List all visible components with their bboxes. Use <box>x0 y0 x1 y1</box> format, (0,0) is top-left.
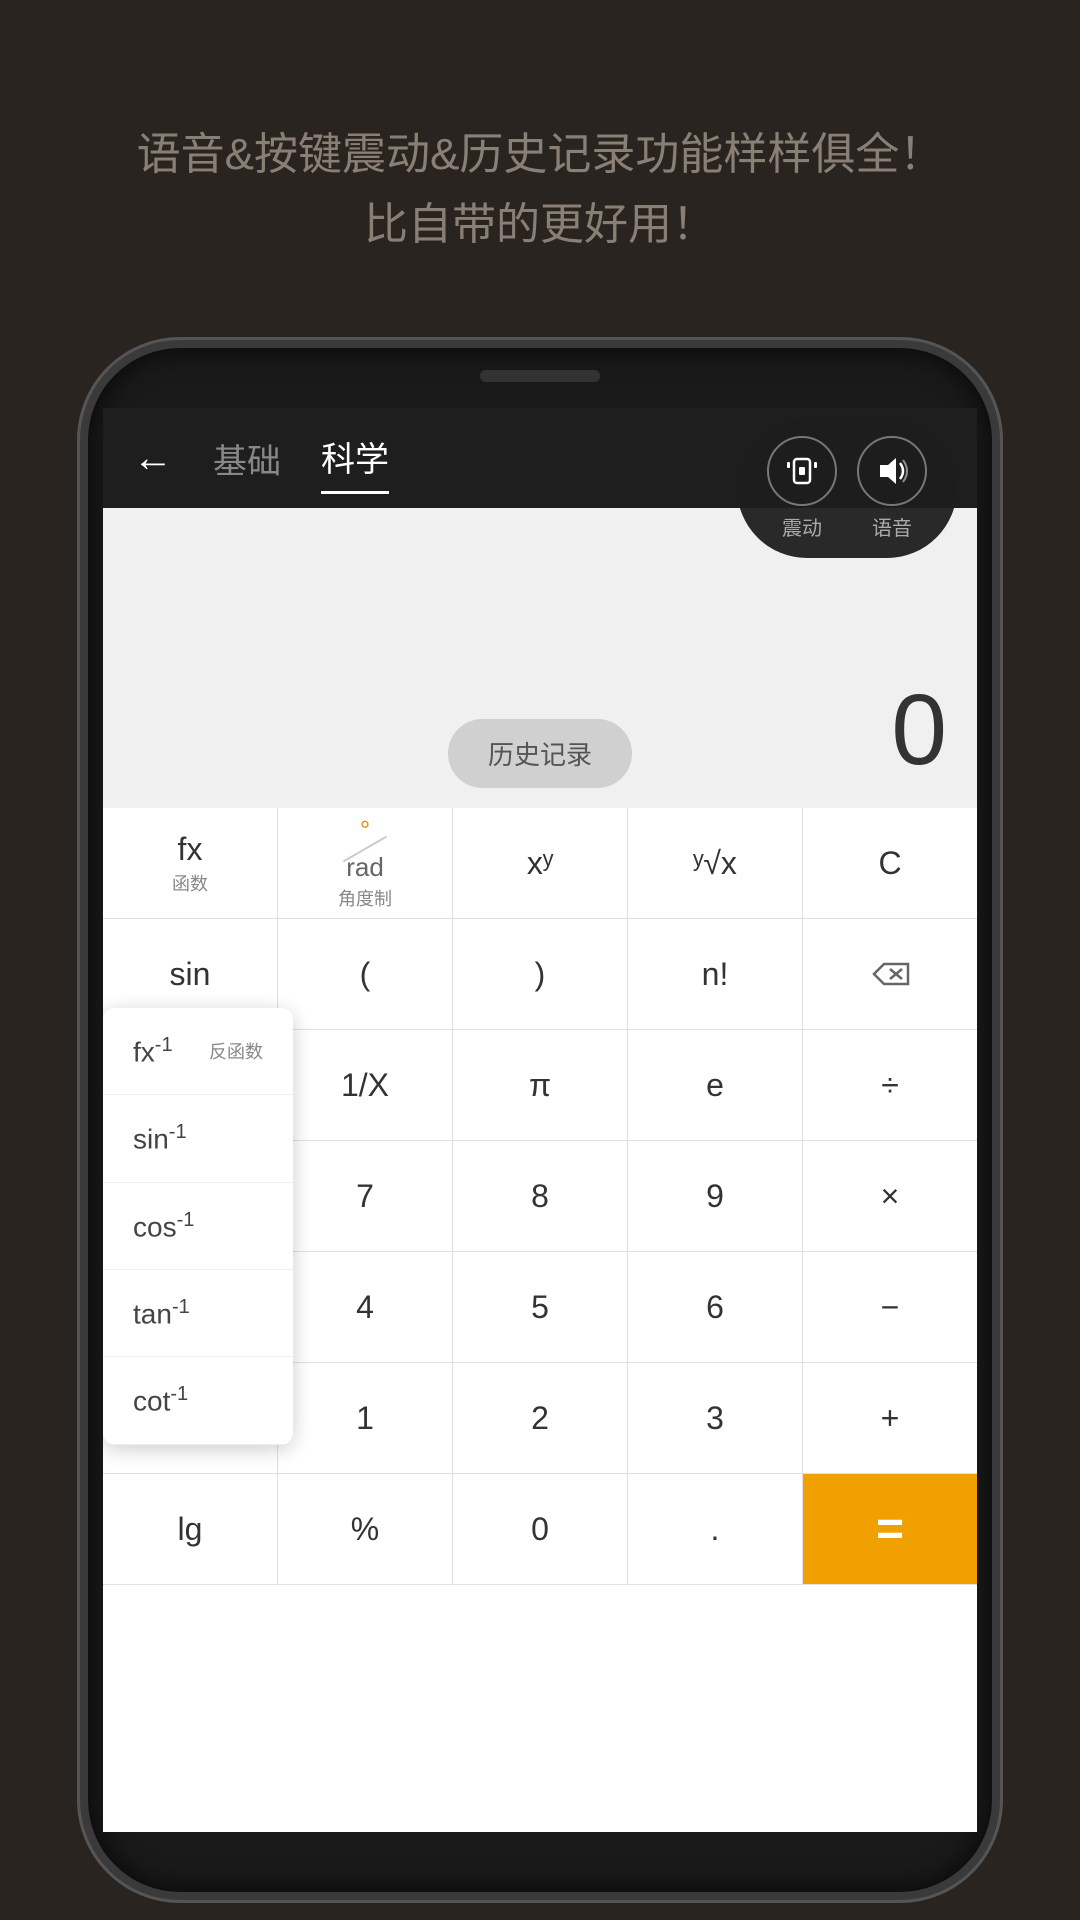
key-main-label: × <box>881 1178 900 1215</box>
degree-radian-icon: ° rad <box>340 815 390 883</box>
history-button[interactable]: 历史记录 <box>448 719 632 788</box>
key-main-label: n! <box>702 956 729 993</box>
key-main-label: C <box>878 845 901 882</box>
key-main-label: ( <box>360 956 371 993</box>
phone-screen: ← 基础 科学 震动 <box>103 408 977 1832</box>
popup-cot-inverse[interactable]: cot-1 <box>103 1357 293 1444</box>
key-main-label: . <box>711 1511 720 1548</box>
power-button <box>998 598 1000 698</box>
key-2-1[interactable]: 1/X <box>278 1030 453 1140</box>
key-main-label: 3 <box>706 1400 724 1437</box>
header-line1: 语音&按键震动&历史记录功能样样俱全！ <box>80 120 1000 190</box>
key-1-4[interactable] <box>803 919 977 1029</box>
key-3-3[interactable]: 9 <box>628 1141 803 1251</box>
key-sub-label: 函数 <box>172 870 208 896</box>
key-2-4[interactable]: ÷ <box>803 1030 977 1140</box>
backspace-icon <box>870 959 910 989</box>
key-main-label: 0 <box>531 1511 549 1548</box>
key-1-3[interactable]: n! <box>628 919 803 1029</box>
key-main-label: 9 <box>706 1178 724 1215</box>
key-main-label: fx <box>178 831 203 868</box>
key-1-1[interactable]: ( <box>278 919 453 1029</box>
key-main-label: % <box>351 1511 379 1548</box>
key-6-3[interactable]: . <box>628 1474 803 1584</box>
key-main-label: sin <box>170 956 211 993</box>
key-main-label: e <box>706 1067 724 1104</box>
key-main-label: 8 <box>531 1178 549 1215</box>
key-5-1[interactable]: 1 <box>278 1363 453 1473</box>
key-main-label: ) <box>535 956 546 993</box>
key-main-label: ÷ <box>881 1067 899 1104</box>
key-6-4[interactable]: = <box>803 1474 977 1584</box>
popup-fx-inverse[interactable]: fx-1 反函数 <box>103 1008 293 1095</box>
key-6-2[interactable]: 0 <box>453 1474 628 1584</box>
phone-frame: ← 基础 科学 震动 <box>80 340 1000 1900</box>
vibrate-label: 震动 <box>782 512 822 541</box>
key-row-0: fx函数 ° rad 角度制 xʸ ʸ√x C <box>103 808 977 919</box>
audio-icon <box>857 436 927 506</box>
key-2-2[interactable]: π <box>453 1030 628 1140</box>
top-nav: ← 基础 科学 震动 <box>103 408 977 508</box>
popup-sin-inverse[interactable]: sin-1 <box>103 1095 293 1182</box>
key-main-label: 6 <box>706 1289 724 1326</box>
display-value: 0 <box>891 673 947 788</box>
key-row-6: lg% 0. = <box>103 1474 977 1585</box>
key-6-0[interactable]: lg <box>103 1474 278 1584</box>
key-0-4[interactable]: C <box>803 808 977 918</box>
key-0-3[interactable]: ʸ√x <box>628 808 803 918</box>
key-main-label: + <box>881 1400 900 1437</box>
key-main-label: = <box>876 1502 904 1557</box>
floating-menu: 震动 语音 <box>737 418 957 558</box>
key-4-1[interactable]: 4 <box>278 1252 453 1362</box>
key-main-label: ʸ√x <box>693 845 737 882</box>
key-5-3[interactable]: 3 <box>628 1363 803 1473</box>
key-4-4[interactable]: − <box>803 1252 977 1362</box>
key-main-label: π <box>529 1067 551 1104</box>
phone-speaker <box>480 370 600 382</box>
vibrate-icon <box>767 436 837 506</box>
vibrate-button[interactable]: 震动 <box>767 436 837 541</box>
key-main-label: − <box>881 1289 900 1326</box>
key-4-3[interactable]: 6 <box>628 1252 803 1362</box>
key-main-label: 7 <box>356 1178 374 1215</box>
key-5-4[interactable]: + <box>803 1363 977 1473</box>
popup-menu: fx-1 反函数 sin-1 cos-1 tan-1 cot-1 <box>103 1008 293 1445</box>
key-main-label: 2 <box>531 1400 549 1437</box>
key-main-label: 1/X <box>341 1067 389 1104</box>
key-main-label: 4 <box>356 1289 374 1326</box>
key-5-2[interactable]: 2 <box>453 1363 628 1473</box>
key-main-label: xʸ <box>527 845 553 882</box>
key-4-2[interactable]: 5 <box>453 1252 628 1362</box>
key-3-1[interactable]: 7 <box>278 1141 453 1251</box>
key-3-4[interactable]: × <box>803 1141 977 1251</box>
popup-tan-inverse[interactable]: tan-1 <box>103 1270 293 1357</box>
audio-label: 语音 <box>872 512 912 541</box>
key-6-1[interactable]: % <box>278 1474 453 1584</box>
volume-up-button <box>80 548 82 628</box>
key-0-2[interactable]: xʸ <box>453 808 628 918</box>
key-3-2[interactable]: 8 <box>453 1141 628 1251</box>
audio-button[interactable]: 语音 <box>857 436 927 541</box>
header-line2: 比自带的更好用！ <box>80 190 1000 260</box>
key-1-2[interactable]: ) <box>453 919 628 1029</box>
key-main-label: lg <box>178 1511 203 1548</box>
tab-science[interactable]: 科学 <box>321 422 389 494</box>
page-header: 语音&按键震动&历史记录功能样样俱全！ 比自带的更好用！ <box>0 0 1080 321</box>
key-main-label: 1 <box>356 1400 374 1437</box>
popup-cos-inverse[interactable]: cos-1 <box>103 1183 293 1270</box>
volume-down-button <box>80 658 82 738</box>
back-button[interactable]: ← <box>133 436 173 481</box>
key-0-0[interactable]: fx函数 <box>103 808 278 918</box>
key-0-1[interactable]: ° rad 角度制 <box>278 808 453 918</box>
key-main-label: 5 <box>531 1289 549 1326</box>
key-2-3[interactable]: e <box>628 1030 803 1140</box>
key-sub-label: 角度制 <box>338 885 392 911</box>
tab-basic[interactable]: 基础 <box>213 424 281 493</box>
